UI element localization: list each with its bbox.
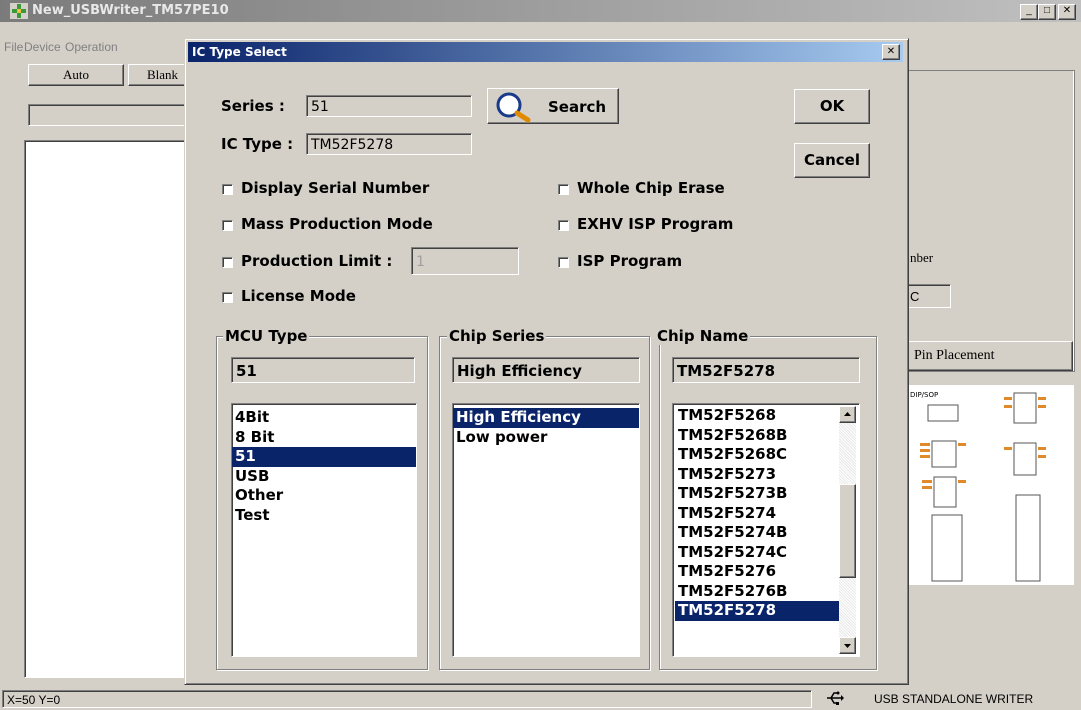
list-item[interactable]: TM52F5278 [675,601,839,621]
list-item[interactable]: High Efficiency [453,408,639,428]
list-item[interactable]: Test [232,506,416,526]
menubar: File Device Operation [4,40,184,56]
maximize-button[interactable]: □ [1038,4,1056,20]
list-item[interactable]: TM52F5268 [675,406,839,426]
mcu-type-selected: 51 [231,357,415,383]
menu-device[interactable]: Device [24,40,61,54]
search-button-label: Search [548,98,607,116]
right-panel-frame [907,70,1075,372]
list-item[interactable]: TM52F5268B [675,426,839,446]
app-icon [10,3,28,19]
series-field: 51 [306,95,472,117]
chip-name-title: Chip Name [655,327,751,345]
svg-text:DIP/SOP: DIP/SOP [910,391,938,399]
auto-button[interactable]: Auto [28,64,124,86]
chip-name-items: TM52F5268 TM52F5268B TM52F5268C TM52F5273 TM… [675,406,839,621]
arrow-up-icon [844,412,851,416]
list-item[interactable]: USB [232,467,416,487]
mass-production-label: Mass Production Mode [241,215,433,233]
chip-name-list[interactable]: TM52F5268 TM52F5268B TM52F5268C TM52F5273 TM… [672,403,860,657]
chip-name-selected: TM52F5278 [672,357,860,383]
list-item[interactable]: TM52F5274B [675,523,839,543]
production-limit-label: Production Limit : [241,252,393,270]
minimize-button[interactable]: _ [1020,4,1038,20]
ok-button[interactable]: OK [794,89,870,124]
scroll-up-button[interactable] [839,406,856,423]
status-writer-label: USB STANDALONE WRITER [874,692,1034,706]
scroll-thumb[interactable] [839,484,856,578]
license-mode-label: License Mode [241,287,356,305]
chip-series-group: High Efficiency High Efficiency Low power [439,336,650,670]
chip-series-list[interactable]: High Efficiency Low power [452,403,640,657]
list-item[interactable]: TM52F5276B [675,582,839,602]
usb-icon [826,691,844,705]
series-label: Series : [221,97,285,115]
list-item[interactable]: TM52F5274C [675,543,839,563]
ic-type-field: TM52F5278 [306,133,472,155]
isp-program-checkbox[interactable] [558,257,569,268]
dialog-close-button[interactable]: ✕ [882,44,900,60]
arrow-down-icon [844,644,851,648]
mass-production-checkbox[interactable] [222,220,233,231]
list-item[interactable]: Other [232,486,416,506]
list-item[interactable]: TM52F5273 [675,465,839,485]
dialog-titlebar: IC Type Select ✕ [188,42,903,62]
menu-file[interactable]: File [4,40,23,54]
chip-name-group: TM52F5278 TM52F5268 TM52F5268B TM52F5268C T… [659,336,877,670]
dialog-title: IC Type Select [192,45,287,59]
list-item[interactable]: 4Bit [232,408,416,428]
production-limit-checkbox[interactable] [222,257,233,268]
whole-chip-erase-checkbox[interactable] [558,184,569,195]
list-item[interactable]: 8 Bit [232,428,416,448]
cancel-button[interactable]: Cancel [794,143,870,178]
close-button[interactable]: ✕ [1058,4,1076,20]
chip-series-title: Chip Series [447,327,547,345]
chip-name-scrollbar[interactable] [839,406,856,654]
blank-button[interactable]: Blank [128,64,188,86]
right-panel-label: nber [910,250,934,265]
list-item[interactable]: TM52F5274 [675,504,839,524]
display-serial-checkbox[interactable] [222,184,233,195]
right-panel-field: C [907,284,951,308]
menu-operation[interactable]: Operation [65,40,118,54]
status-coords: X=50 Y=0 [2,690,812,708]
magnifier-icon [496,92,531,123]
list-item[interactable]: TM52F5268C [675,445,839,465]
scroll-down-button[interactable] [839,637,856,654]
mcu-type-group: 51 4Bit 8 Bit 51 USB Other Test [216,336,428,670]
list-item[interactable]: TM52F5273B [675,484,839,504]
pin-placement-diagram: DIP/SOP [908,385,1074,585]
exhv-isp-label: EXHV ISP Program [577,215,734,233]
production-limit-field[interactable]: 1 [411,247,519,275]
list-item[interactable]: TM52F5276 [675,562,839,582]
ic-type-select-dialog: IC Type Select ✕ Series : 51 Search OK C… [184,38,909,685]
main-titlebar: New_USBWriter_TM57PE10 _ □ ✕ [0,0,1081,22]
window-title: New_USBWriter_TM57PE10 [32,3,229,18]
log-area [24,140,190,678]
display-serial-label: Display Serial Number [241,179,430,197]
status-bar: X=50 Y=0 USB STANDALONE WRITER [0,688,1081,710]
ic-type-label: IC Type : [221,135,294,153]
mcu-type-title: MCU Type [223,327,310,345]
exhv-isp-checkbox[interactable] [558,220,569,231]
progress-field [28,104,190,126]
mcu-type-list[interactable]: 4Bit 8 Bit 51 USB Other Test [231,403,417,657]
license-mode-checkbox[interactable] [222,292,233,303]
pin-placement-button[interactable]: Pin Placement [907,341,1073,371]
search-button[interactable]: Search [487,88,619,124]
isp-program-label: ISP Program [577,252,683,270]
list-item[interactable]: 51 [232,447,416,467]
whole-chip-erase-label: Whole Chip Erase [577,179,725,197]
chip-series-selected: High Efficiency [452,357,640,383]
list-item[interactable]: Low power [453,428,639,448]
